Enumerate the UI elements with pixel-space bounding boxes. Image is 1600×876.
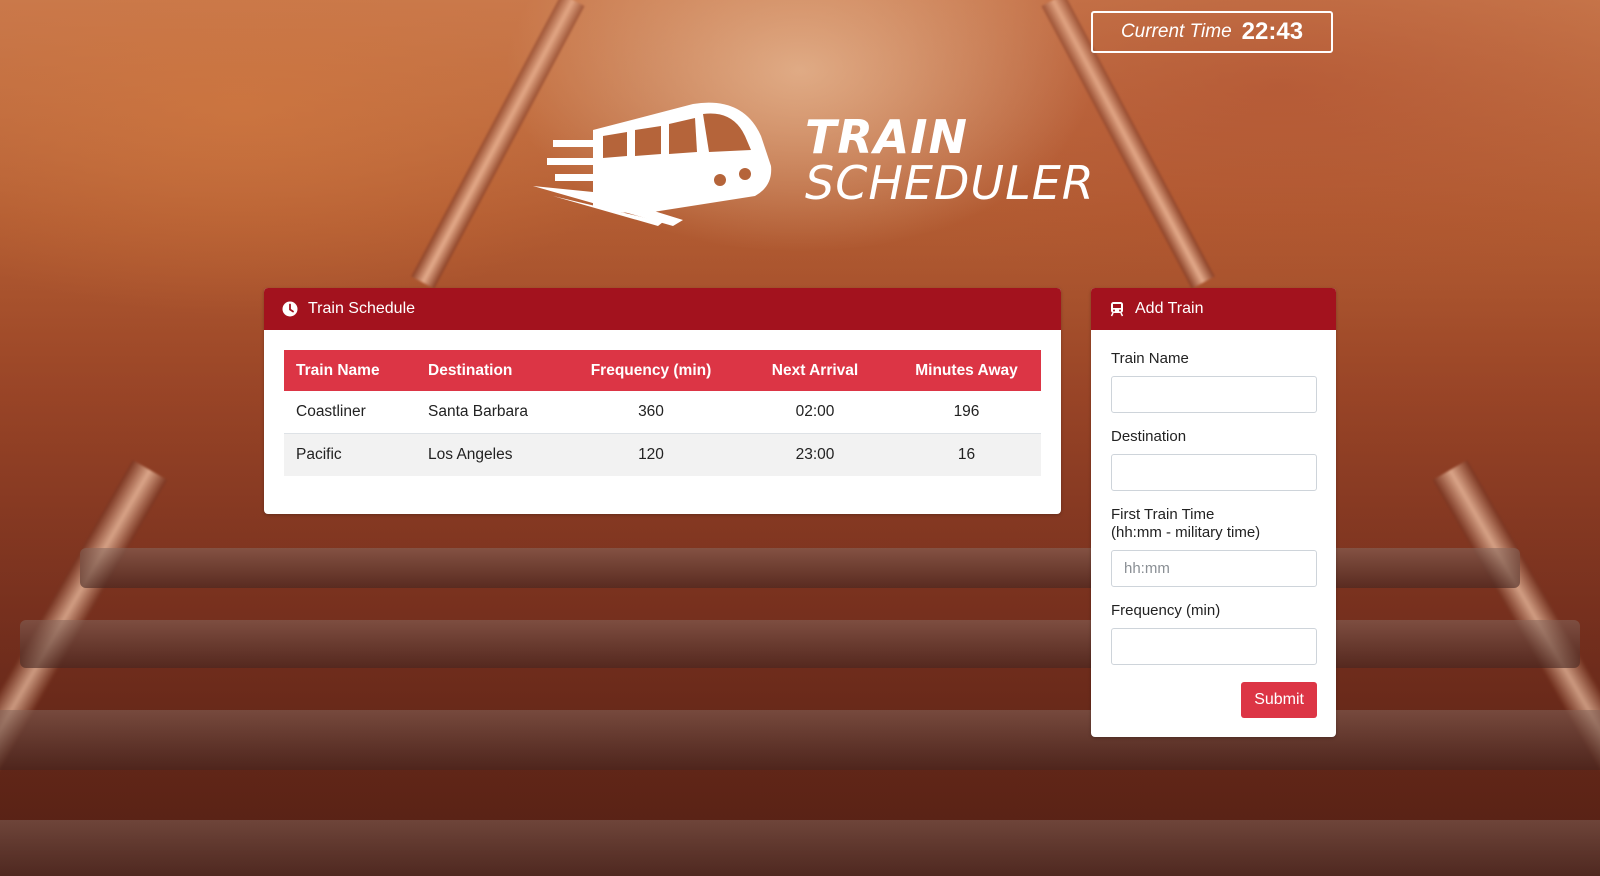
train-schedule-title: Train Schedule (308, 300, 416, 317)
logo-title-line2: SCHEDULER (805, 156, 1095, 210)
train-schedule-header: Train Schedule (264, 288, 1061, 330)
train-schedule-panel: Train Schedule Train Name Destination Fr… (264, 288, 1061, 514)
cell-next-arrival: 02:00 (738, 391, 892, 434)
table-header-row: Train Name Destination Frequency (min) N… (284, 350, 1041, 391)
first-train-time-label-line1: First Train Time (1111, 506, 1215, 523)
submit-button[interactable]: Submit (1241, 682, 1317, 718)
cell-destination: Santa Barbara (416, 391, 564, 434)
first-train-time-input[interactable] (1111, 550, 1317, 587)
train-icon (1110, 302, 1124, 317)
column-header-train-name: Train Name (284, 350, 416, 391)
column-header-minutes-away: Minutes Away (892, 350, 1041, 391)
cell-frequency: 120 (564, 433, 738, 476)
cell-train-name: Coastliner (284, 391, 416, 434)
first-train-time-label-line2: (hh:mm - military time) (1111, 524, 1261, 541)
cell-minutes-away: 16 (892, 433, 1041, 476)
table-row: Pacific Los Angeles 120 23:00 16 (284, 433, 1041, 476)
column-header-frequency: Frequency (min) (564, 350, 738, 391)
add-train-header: Add Train (1091, 288, 1336, 330)
frequency-input[interactable] (1111, 628, 1317, 665)
train-name-input[interactable] (1111, 376, 1317, 413)
add-train-panel: Add Train Train Name Destination First T… (1091, 288, 1336, 737)
cell-frequency: 360 (564, 391, 738, 434)
first-train-time-label: First Train Time (hh:mm - military time) (1111, 506, 1316, 542)
add-train-form: Train Name Destination First Train Time … (1091, 330, 1336, 665)
train-name-label: Train Name (1111, 350, 1189, 367)
logo-title-line1: TRAIN (805, 110, 969, 164)
schedule-table: Train Name Destination Frequency (min) N… (284, 350, 1041, 476)
destination-label: Destination (1111, 428, 1187, 445)
add-train-title: Add Train (1135, 300, 1204, 317)
current-time-label: Current Time (1120, 21, 1232, 42)
app-logo: TRAIN SCHEDULER (533, 96, 1094, 226)
destination-input[interactable] (1111, 454, 1317, 491)
table-row: Coastliner Santa Barbara 360 02:00 196 (284, 391, 1041, 434)
cell-next-arrival: 23:00 (738, 433, 892, 476)
cell-minutes-away: 196 (892, 391, 1041, 434)
cell-train-name: Pacific (284, 433, 416, 476)
current-time-value: 22:43 (1241, 18, 1304, 45)
cell-destination: Los Angeles (416, 433, 564, 476)
train-logo-icon (533, 102, 772, 226)
column-header-next-arrival: Next Arrival (738, 350, 892, 391)
current-time-display: Current Time 22:43 (1091, 11, 1333, 53)
frequency-label: Frequency (min) (1111, 602, 1221, 619)
column-header-destination: Destination (416, 350, 564, 391)
clock-icon (282, 301, 298, 317)
